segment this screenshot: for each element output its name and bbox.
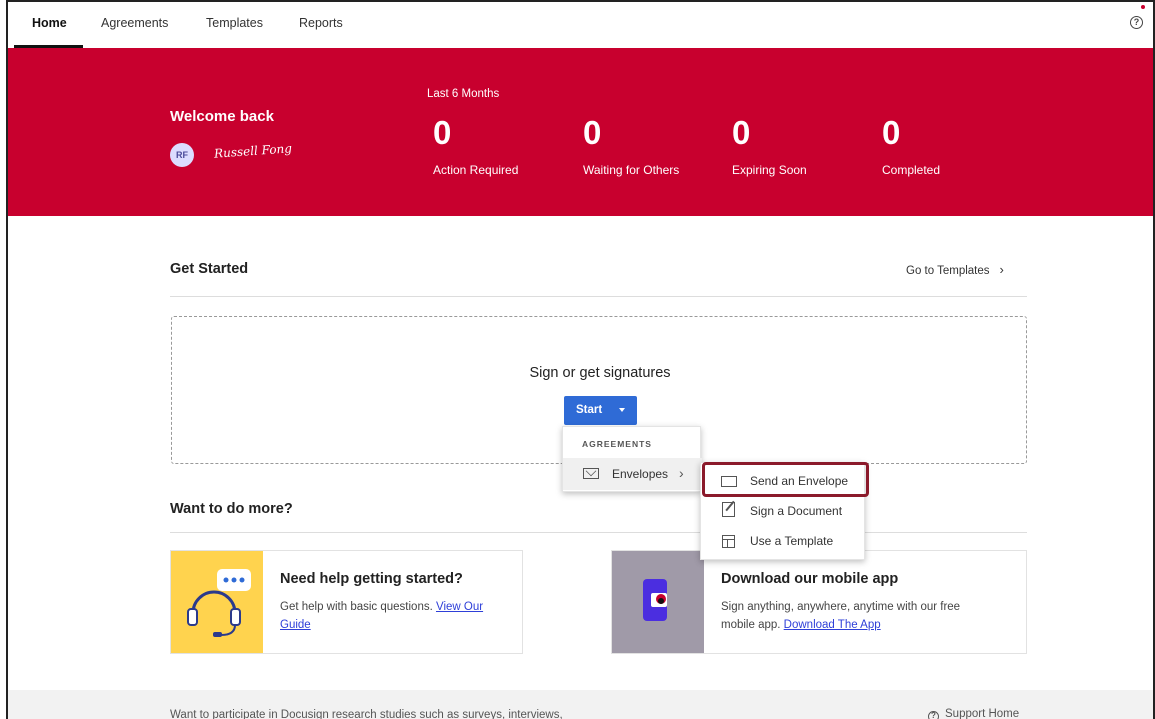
stat-value: 0: [433, 114, 452, 151]
welcome-text: Welcome back: [170, 108, 274, 125]
footer-text: Want to participate in Docusign research…: [170, 709, 563, 719]
stat-value: 0: [732, 114, 751, 151]
help-card[interactable]: Need help getting started? Get help with…: [170, 550, 523, 654]
menu-item-use-template[interactable]: Use a Template: [701, 526, 866, 556]
card-description: Get help with basic questions.: [280, 601, 433, 613]
stat-label: Expiring Soon: [732, 163, 807, 177]
start-dropdown-menu: AGREEMENTS Envelopes ›: [562, 426, 702, 492]
go-to-templates-link[interactable]: Go to Templates ›: [906, 262, 1004, 277]
card-text: Sign anything, anywhere, anytime with ou…: [721, 598, 989, 634]
stat-waiting-for-others[interactable]: 0 Waiting for Others: [583, 114, 713, 177]
card-text: Get help with basic questions. View Our …: [280, 598, 505, 634]
stat-value: 0: [583, 114, 602, 151]
start-button-label: Start: [576, 404, 603, 416]
get-started-title: Get Started: [170, 261, 249, 277]
app-frame: Home Agreements Templates Reports ? Welc…: [6, 0, 1155, 719]
menu-item-label: Use a Template: [750, 534, 834, 548]
card-title: Need help getting started?: [280, 571, 463, 587]
menu-item-label: Envelopes: [612, 467, 669, 481]
top-nav: Home Agreements Templates Reports ?: [8, 2, 1153, 48]
caret-down-icon: [619, 408, 625, 412]
support-label: Support Home: [945, 708, 1020, 719]
start-button[interactable]: Start: [564, 396, 637, 425]
divider: [170, 532, 1027, 533]
stat-label: Action Required: [433, 163, 519, 177]
menu-item-label: Sign a Document: [750, 504, 843, 518]
question-circle-icon[interactable]: ?: [1130, 16, 1143, 29]
chevron-right-icon: ›: [679, 465, 684, 481]
stat-label: Waiting for Others: [583, 163, 680, 177]
mobile-app-card[interactable]: Download our mobile app Sign anything, a…: [611, 550, 1027, 654]
menu-item-envelopes[interactable]: Envelopes ›: [563, 458, 702, 490]
chevron-right-icon: ›: [999, 262, 1004, 277]
stat-action-required[interactable]: 0 Action Required: [433, 114, 563, 177]
card-title: Download our mobile app: [721, 571, 899, 587]
phone-icon: [612, 551, 704, 653]
go-to-templates-label: Go to Templates: [906, 265, 990, 277]
menu-section-header: AGREEMENTS: [582, 439, 652, 449]
want-more-title: Want to do more?: [170, 501, 293, 517]
template-icon: [722, 535, 735, 548]
notification-dot: [1141, 5, 1145, 9]
highlight-box: [702, 462, 869, 497]
welcome-banner: Welcome back RF Russell Fong Last 6 Mont…: [8, 48, 1153, 216]
download-app-link[interactable]: Download The App: [784, 619, 881, 631]
stat-value: 0: [882, 114, 901, 151]
period-label: Last 6 Months: [427, 88, 500, 100]
stat-completed[interactable]: 0 Completed: [882, 114, 1012, 177]
support-home-link[interactable]: ? Support Home: [928, 708, 1019, 719]
tab-agreements[interactable]: Agreements: [101, 16, 168, 30]
tab-templates[interactable]: Templates: [206, 16, 263, 30]
edit-document-icon: [722, 502, 735, 517]
menu-item-sign-document[interactable]: Sign a Document: [701, 496, 866, 526]
stat-expiring-soon[interactable]: 0 Expiring Soon: [732, 114, 862, 177]
dropzone-label: Sign or get signatures: [529, 365, 671, 381]
headset-icon: [171, 551, 263, 653]
tab-reports[interactable]: Reports: [299, 16, 343, 30]
divider: [170, 296, 1027, 297]
user-signature: Russell Fong: [213, 141, 293, 161]
avatar[interactable]: RF: [170, 143, 194, 167]
stat-label: Completed: [882, 163, 941, 177]
footer: Want to participate in Docusign research…: [8, 690, 1153, 719]
envelope-icon: [583, 468, 599, 479]
tab-home[interactable]: Home: [32, 16, 67, 30]
question-circle-icon: ?: [928, 711, 939, 719]
